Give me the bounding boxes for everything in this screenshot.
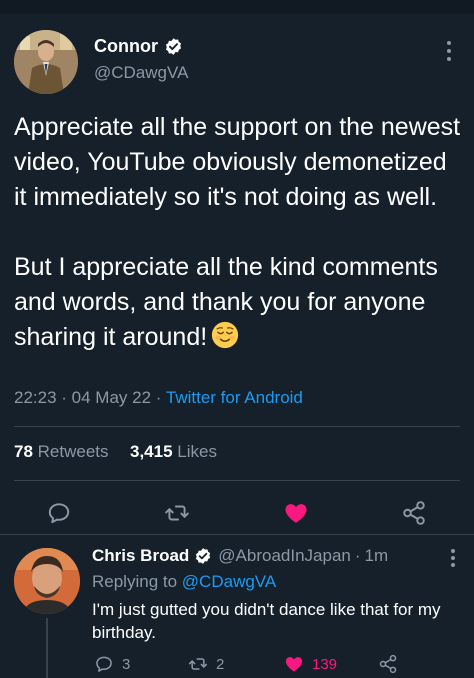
reply-like-button[interactable]: 139 <box>284 654 337 674</box>
more-options-icon[interactable] <box>446 40 452 62</box>
like-heart-icon[interactable] <box>283 500 309 526</box>
retweets-label: Retweets <box>37 442 109 461</box>
reply-icon[interactable] <box>46 500 72 526</box>
divider <box>14 426 460 427</box>
tweet-stats: 78 Retweets 3,415 Likes <box>14 442 217 462</box>
meta-dot: · <box>155 388 166 407</box>
like-count: 139 <box>312 655 338 673</box>
name-line: Connor <box>94 36 188 57</box>
reply-handle[interactable]: @AbroadInJapan <box>218 546 351 566</box>
reply-text: I'm just gutted you didn't dance like th… <box>92 600 441 642</box>
like-heart-icon <box>285 657 303 672</box>
thread-line <box>46 618 48 678</box>
avatar[interactable] <box>14 30 78 94</box>
reply-icon <box>96 656 112 672</box>
reply-time[interactable]: 1m <box>365 546 389 566</box>
reply-action-bar: 3 2 139 <box>92 654 422 678</box>
reply-count: 3 <box>122 655 131 673</box>
likes-count: 3,415 <box>130 442 173 461</box>
avatar-image <box>14 548 80 614</box>
retweet-icon[interactable] <box>164 500 190 526</box>
handle[interactable]: @CDawgVA <box>94 63 188 83</box>
relieved-face-emoji-icon <box>212 321 239 349</box>
reply-body: Chris Broad @AbroadInJapan · 1m Replying… <box>92 546 462 644</box>
meta-dot: · <box>354 546 361 565</box>
reply-display-name[interactable]: Chris Broad <box>92 546 189 566</box>
tweet-date[interactable]: 04 May 22 <box>72 388 151 407</box>
avatar-image <box>14 30 78 94</box>
more-options-icon[interactable] <box>450 548 456 568</box>
likes-label: Likes <box>177 442 217 461</box>
reply-tweet[interactable]: Chris Broad @AbroadInJapan · 1m Replying… <box>0 530 474 678</box>
reply-header: Chris Broad @AbroadInJapan · 1m <box>92 546 462 566</box>
replying-to-prefix: Replying to <box>92 572 178 591</box>
reply-retweet-button[interactable]: 2 <box>188 654 224 674</box>
replying-to-line: Replying to @CDawgVA <box>92 572 462 592</box>
tweet-text-content: Appreciate all the support on the newest… <box>14 113 461 351</box>
divider <box>14 480 460 481</box>
tweet-source[interactable]: Twitter for Android <box>166 388 303 407</box>
tweet-time[interactable]: 22:23 <box>14 388 57 407</box>
author-names: Connor @CDawgVA <box>94 36 188 83</box>
reply-reply-button[interactable]: 3 <box>94 654 130 674</box>
verified-badge-icon <box>196 548 211 564</box>
share-icon[interactable] <box>401 500 427 526</box>
reply-share-button[interactable] <box>378 654 406 674</box>
replying-to-mention[interactable]: @CDawgVA <box>182 572 276 591</box>
verified-badge-icon <box>165 38 182 55</box>
display-name[interactable]: Connor <box>94 36 158 57</box>
status-bar-strip <box>0 0 474 14</box>
action-bar <box>0 492 474 532</box>
avatar[interactable] <box>14 548 80 614</box>
author-row: Connor @CDawgVA <box>14 30 460 96</box>
meta-dot: · <box>61 388 72 407</box>
retweets-stat[interactable]: 78 Retweets <box>14 442 109 461</box>
tweet-meta: 22:23 · 04 May 22 · Twitter for Android <box>14 388 303 408</box>
likes-stat[interactable]: 3,415 Likes <box>130 442 217 461</box>
retweets-count: 78 <box>14 442 33 461</box>
retweet-count: 2 <box>216 655 225 673</box>
retweet-icon <box>188 658 208 670</box>
share-icon <box>379 654 397 674</box>
tweet-text: Appreciate all the support on the newest… <box>14 110 464 355</box>
